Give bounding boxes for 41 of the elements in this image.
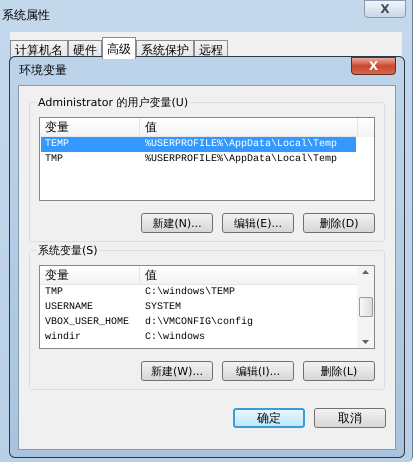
variable-value: C:\windows\TEMP [144, 286, 236, 300]
column-header[interactable]: 变量 [40, 118, 140, 136]
list-row[interactable]: USERNAME SYSTEM [41, 300, 356, 315]
dialog-title: 环境变量 [18, 62, 67, 79]
tab[interactable]: 计算机名 [10, 40, 68, 58]
variable-name: TMP [44, 153, 64, 167]
variable-value: d:\VMCONFIG\config [144, 316, 254, 330]
variable-name: windir [44, 330, 82, 345]
action-button[interactable]: 新建(W)... [141, 361, 213, 381]
variable-name: TMP [44, 286, 64, 300]
action-button[interactable]: 编辑(I)... [222, 361, 294, 381]
column-header[interactable]: 值 [140, 118, 357, 136]
list-row[interactable]: VBOX_USER_HOME d:\VMCONFIG\config [41, 315, 356, 330]
action-button[interactable]: 删除(L) [303, 361, 375, 381]
variable-value: %USERPROFILE%\AppData\Local\Temp [144, 138, 338, 152]
close-button[interactable]: X [351, 57, 396, 75]
scroll-up-icon[interactable] [362, 270, 369, 274]
list-row[interactable]: windir C:\windows [41, 330, 356, 345]
window-title: 系统属性 [2, 7, 50, 24]
action-button[interactable]: 新建(N)... [141, 213, 213, 233]
variable-name: TEMP [44, 138, 70, 152]
variable-name: VBOX_USER_HOME [44, 316, 130, 330]
scroll-thumb[interactable] [358, 297, 372, 317]
variable-name: USERNAME [44, 301, 94, 315]
action-button[interactable]: 删除(D) [303, 213, 375, 233]
scrollbar[interactable] [357, 266, 374, 348]
variable-value: %USERPROFILE%\AppData\Local\Temp [144, 152, 338, 167]
column-header[interactable]: 值 [140, 266, 357, 284]
variable-value: SYSTEM [144, 301, 182, 315]
action-button[interactable]: 编辑(E)... [222, 213, 294, 233]
dialog-button[interactable]: 确定 [233, 408, 305, 428]
close-button[interactable]: X [364, 0, 406, 18]
tab[interactable]: 高级 [102, 37, 136, 59]
column-header[interactable]: 变量 [40, 266, 140, 284]
group-title: Administrator 的用户变量(U) [36, 95, 190, 110]
variable-value: C:\windows [144, 330, 206, 345]
dialog-button[interactable]: 取消 [314, 408, 386, 428]
list-row[interactable]: TMP C:\windows\TEMP [41, 285, 356, 300]
list-row[interactable]: TMP %USERPROFILE%\AppData\Local\Temp [41, 152, 356, 167]
group-title: 系统变量(S) [36, 243, 100, 258]
scroll-down-icon[interactable] [362, 340, 369, 344]
